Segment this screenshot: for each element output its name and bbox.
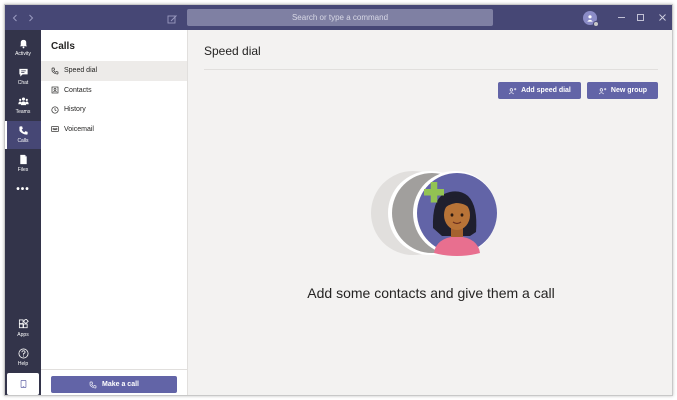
appbar-label: Teams xyxy=(15,109,31,115)
appbar-item-files[interactable]: Files xyxy=(5,150,41,178)
forward-icon[interactable] xyxy=(27,9,35,27)
add-speed-dial-button[interactable]: Add speed dial xyxy=(498,82,581,99)
nav-item-history[interactable]: History xyxy=(41,100,187,120)
presence-status-icon xyxy=(593,21,599,27)
main-content: Speed dial Add speed dial New group Add … xyxy=(188,30,672,395)
empty-state-message: Add some contacts and give them a call xyxy=(307,285,555,301)
nav-item-voicemail[interactable]: Voicemail xyxy=(41,120,187,140)
avatar[interactable] xyxy=(583,11,599,27)
nav-item-label: Speed dial xyxy=(64,67,98,75)
more-apps-button[interactable]: ••• xyxy=(5,184,41,195)
calls-nav: Speed dial Contacts History Voicemail xyxy=(41,61,187,139)
phone-icon xyxy=(89,381,97,388)
appbar-item-chat[interactable]: Chat xyxy=(5,63,41,91)
compose-icon[interactable] xyxy=(167,12,178,24)
appbar-label: Apps xyxy=(17,332,29,338)
appbar-label: Files xyxy=(17,167,29,173)
apps-icon xyxy=(18,319,29,329)
help-icon xyxy=(18,348,28,359)
nav-item-label: Contacts xyxy=(64,86,92,94)
back-icon[interactable] xyxy=(11,9,19,27)
app-bar: Activity Chat Teams Calls Files ••• Apps… xyxy=(5,30,41,395)
panel-title: Calls xyxy=(51,41,75,52)
close-button[interactable] xyxy=(651,5,672,30)
bell-icon xyxy=(19,39,27,49)
phone-icon xyxy=(51,67,59,75)
add-person-icon xyxy=(508,87,517,94)
calls-panel: Calls Speed dial Contacts History Voicem… xyxy=(41,30,188,395)
search-input[interactable]: Search or type a command xyxy=(187,9,493,26)
more-icon: ••• xyxy=(16,184,30,195)
appbar-item-teams[interactable]: Teams xyxy=(5,92,41,120)
voicemail-icon xyxy=(51,126,59,132)
appbar-label: Help xyxy=(17,361,29,367)
panel-footer: Make a call xyxy=(41,369,187,395)
file-icon xyxy=(19,154,27,165)
maximize-button[interactable] xyxy=(629,5,651,30)
appbar-item-apps[interactable]: Apps xyxy=(5,315,41,343)
history-nav xyxy=(11,5,35,30)
nav-item-label: Voicemail xyxy=(64,125,94,133)
appbar-item-calls[interactable]: Calls xyxy=(5,121,41,149)
add-group-icon xyxy=(598,87,607,94)
speed-dial-empty-illustration xyxy=(371,171,497,256)
add-speed-dial-label: Add speed dial xyxy=(521,87,571,94)
chat-icon xyxy=(18,68,28,77)
clock-icon xyxy=(51,106,59,114)
appbar-item-help[interactable]: Help xyxy=(5,344,41,372)
new-group-label: New group xyxy=(610,87,648,94)
close-icon xyxy=(658,14,666,21)
page-title: Speed dial xyxy=(204,44,261,58)
device-settings-button[interactable] xyxy=(7,373,39,395)
appbar-item-activity[interactable]: Activity xyxy=(5,34,41,62)
minimize-icon xyxy=(617,17,625,18)
maximize-icon xyxy=(636,14,644,21)
phone-icon xyxy=(18,126,28,135)
make-a-call-label: Make a call xyxy=(102,381,139,388)
nav-item-contacts[interactable]: Contacts xyxy=(41,81,187,101)
teams-window: Search or type a command Activity Chat T… xyxy=(4,4,673,396)
title-bar: Search or type a command xyxy=(5,5,672,30)
appbar-label: Activity xyxy=(15,51,31,57)
appbar-label: Calls xyxy=(17,138,29,144)
contact-card-icon xyxy=(51,86,59,94)
nav-item-label: History xyxy=(64,106,86,114)
divider xyxy=(204,69,658,70)
nav-item-speed-dial[interactable]: Speed dial xyxy=(41,61,187,81)
mobile-phone-icon xyxy=(20,380,26,388)
new-group-button[interactable]: New group xyxy=(587,82,658,99)
search-placeholder: Search or type a command xyxy=(291,13,389,22)
make-a-call-button[interactable]: Make a call xyxy=(51,376,177,393)
appbar-label: Chat xyxy=(17,80,29,86)
teams-icon xyxy=(17,97,29,106)
